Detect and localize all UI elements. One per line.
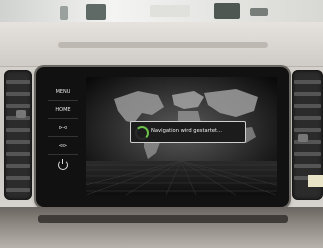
touch-display[interactable]: Navigation wird gestartet... bbox=[86, 77, 277, 195]
power-icon[interactable] bbox=[58, 159, 68, 170]
loading-spinner-icon bbox=[135, 126, 149, 140]
hardware-button-column: MENU HOME ⊳⊲ ⊲⊳ bbox=[48, 84, 78, 184]
dashboard-upper-panel bbox=[0, 22, 323, 67]
menu-button[interactable]: MENU bbox=[48, 84, 78, 101]
dashboard-lower-panel bbox=[0, 207, 323, 248]
right-edge-sticker bbox=[308, 175, 323, 187]
back-button[interactable]: ⊲⊳ bbox=[48, 138, 78, 155]
navigation-status-toast: Navigation wird gestartet... bbox=[130, 121, 246, 143]
left-air-vent[interactable] bbox=[4, 70, 32, 200]
car-dashboard-photo: MENU HOME ⊳⊲ ⊲⊳ Navigation wird gestarte… bbox=[0, 0, 323, 248]
home-button[interactable]: HOME bbox=[48, 102, 78, 119]
next-button[interactable]: ⊳⊲ bbox=[48, 120, 78, 137]
status-message: Navigation wird gestartet... bbox=[151, 128, 223, 134]
